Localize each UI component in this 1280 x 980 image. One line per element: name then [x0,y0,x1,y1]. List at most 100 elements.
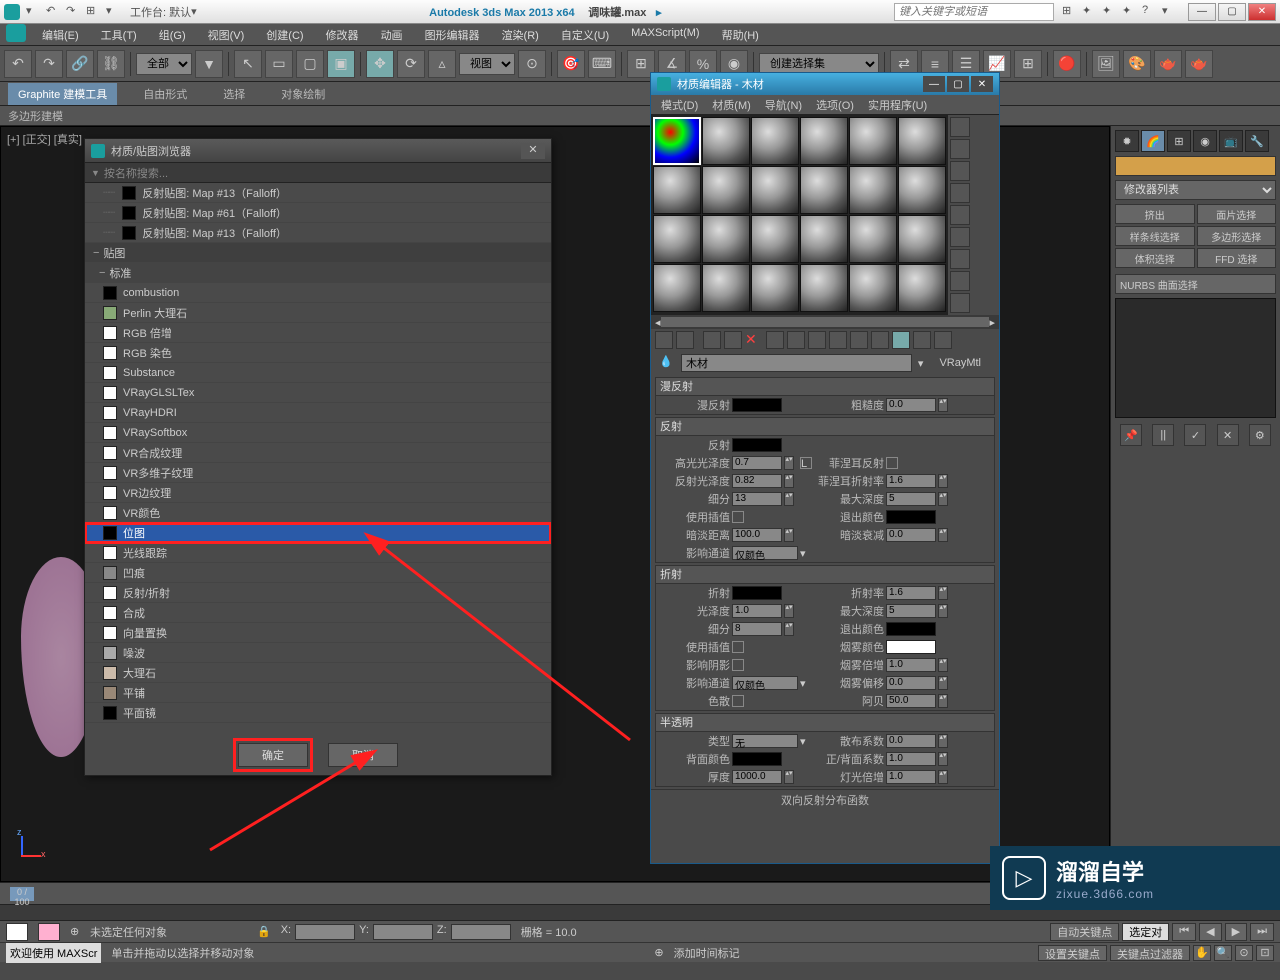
scale-icon[interactable]: ▵ [428,50,456,78]
tab-display-icon[interactable]: 📺 [1219,130,1243,152]
browser-titlebar[interactable]: 材质/贴图浏览器 ✕ [85,139,551,163]
tab-hierarchy-icon[interactable]: ⊞ [1167,130,1191,152]
time-slider[interactable]: 0 / 100 [10,887,34,901]
pivot-icon[interactable]: ⊙ [518,50,546,78]
viewport-label[interactable]: [+] [正交] [真实] [7,131,82,147]
browser-list[interactable]: ┄┄反射贴图: Map #13（Falloff） ┄┄反射贴图: Map #61… [85,183,551,735]
tab-freeform[interactable]: 自由形式 [133,83,197,105]
command-panel[interactable]: ✹ 🌈 ⊞ ◉ 📺 🔧 修改器列表 挤出 面片选择 样条线选择 多边形选择 体积… [1110,126,1280,882]
filter-icon[interactable]: ▼ [195,50,223,78]
schematic-icon[interactable]: ⊞ [1014,50,1042,78]
browser-search[interactable]: 按名称搜索... [85,163,551,183]
select-name-icon[interactable]: ▭ [265,50,293,78]
material-editor-icon[interactable]: 🔴 [1053,50,1081,78]
tab-graphite[interactable]: Graphite 建模工具 [8,83,117,105]
menu-modifiers[interactable]: 修改器 [316,24,369,45]
tab-create-icon[interactable]: ✹ [1115,130,1139,152]
coord-inputs[interactable]: X: Y: Z: [281,924,511,940]
min-button[interactable]: — [923,76,945,92]
render-icon[interactable]: 🫖 [1154,50,1182,78]
btn-patch-select[interactable]: 面片选择 [1197,204,1277,224]
btn-ffd-select[interactable]: FFD 选择 [1197,248,1277,268]
matedit-toolbar[interactable]: ✕ [651,329,999,351]
btn-vol-select[interactable]: 体积选择 [1115,248,1195,268]
cancel-button[interactable]: 取消 [328,743,398,767]
nav-pan-icon[interactable]: ✋ [1193,945,1211,961]
undo-icon[interactable]: ↶ [4,50,32,78]
scope-select[interactable]: 全部 [136,53,192,75]
btn-spline-select[interactable]: 样条线选择 [1115,226,1195,246]
play-prev-icon[interactable]: ⏮ [1172,923,1196,941]
roughness-spinner[interactable]: 0.0 [886,398,936,412]
unlink-icon[interactable]: ⛓ [97,50,125,78]
btn-poly-select[interactable]: 多边形选择 [1197,226,1277,246]
slot-side-icons[interactable] [948,115,972,315]
render-frame-icon[interactable]: 🎨 [1123,50,1151,78]
workspace-selector[interactable]: 工作台: 默认 [130,4,191,20]
sample-slot[interactable] [653,117,701,165]
browser-close-button[interactable]: ✕ [521,143,545,159]
matedit-menu[interactable]: 模式(D) 材质(M) 导航(N) 选项(O) 实用程序(U) [651,95,999,115]
menu-help[interactable]: 帮助(H) [712,24,769,45]
menu-tools[interactable]: 工具(T) [91,24,147,45]
selset-button[interactable]: 选定对 [1122,923,1169,941]
material-name-row[interactable]: 💧 ▾ VRayMtl [651,351,999,375]
btn-nurbs[interactable]: NURBS 曲面选择 [1115,274,1276,294]
link-icon[interactable]: 🔗 [66,50,94,78]
keymode-icon[interactable]: ⌨ [588,50,616,78]
menu-rendering[interactable]: 渲染(R) [492,24,549,45]
menu-customize[interactable]: 自定义(U) [551,24,619,45]
object-name-field[interactable] [1115,156,1276,176]
sample-slot[interactable] [702,117,750,165]
nav-orbit-icon[interactable]: ⊙ [1235,945,1253,961]
app-menu-icon[interactable] [6,24,26,42]
addtime-label[interactable]: 添加时间标记 [674,945,740,961]
manip-icon[interactable]: 🎯 [557,50,585,78]
play-icon[interactable]: ▶ [1225,923,1247,941]
ok-button[interactable]: 确定 [238,743,308,767]
help-icons[interactable]: ⊞✦✦✦?▾ [1062,4,1178,20]
menu-create[interactable]: 创建(C) [256,24,313,45]
select-icon[interactable]: ↖ [234,50,262,78]
refcoord-select[interactable]: 视图 [459,53,515,75]
tab-motion-icon[interactable]: ◉ [1193,130,1217,152]
tab-utility-icon[interactable]: 🔧 [1245,130,1269,152]
modifier-list[interactable]: 修改器列表 [1115,180,1276,200]
rollout-brdf-head[interactable]: 双向反射分布函数 [651,789,999,810]
setkey-button[interactable]: 设置关键点 [1038,945,1107,961]
menu-edit[interactable]: 编辑(E) [32,24,89,45]
nav-max-icon[interactable]: ⊡ [1256,945,1274,961]
render-setup-icon[interactable]: 🖼 [1092,50,1120,78]
menu-grapheditors[interactable]: 图形编辑器 [415,24,490,45]
matedit-titlebar[interactable]: 材质编辑器 - 木材 — ▢ ✕ [651,73,999,95]
menu-bar[interactable]: 编辑(E) 工具(T) 组(G) 视图(V) 创建(C) 修改器 动画 图形编辑… [0,24,1280,46]
material-name-input[interactable] [681,354,912,372]
keyfilter-button[interactable]: 关键点过滤器 [1110,945,1190,961]
move-icon[interactable]: ✥ [366,50,394,78]
max-button[interactable]: ▢ [947,76,969,92]
slot-scrollbar[interactable]: ◂▸ [651,315,999,329]
sample-slots-area[interactable] [651,115,999,315]
rotate-icon[interactable]: ⟳ [397,50,425,78]
render-prod-icon[interactable]: 🫖 [1185,50,1213,78]
menu-group[interactable]: 组(G) [149,24,196,45]
color-swatch[interactable] [38,923,60,941]
play-back-icon[interactable]: ◀ [1199,923,1221,941]
nav-zoom-icon[interactable]: 🔍 [1214,945,1232,961]
search-input[interactable] [894,3,1054,21]
color-picker-icon[interactable] [6,923,28,941]
material-type[interactable]: VRayMtl [929,357,991,369]
select-window-icon[interactable]: ▣ [327,50,355,78]
close-button[interactable]: ✕ [971,76,993,92]
btn-extrude[interactable]: 挤出 [1115,204,1195,224]
menu-maxscript[interactable]: MAXScript(M) [621,24,709,45]
tab-modify-icon[interactable]: 🌈 [1141,130,1165,152]
stack-controls[interactable]: 📌||✓✕⚙ [1115,424,1276,446]
redo-icon[interactable]: ↷ [35,50,63,78]
tab-selection[interactable]: 选择 [213,83,255,105]
tab-paint[interactable]: 对象绘制 [271,83,335,105]
diffuse-swatch[interactable] [732,398,782,412]
graphite-ribbon[interactable]: Graphite 建模工具 自由形式 选择 对象绘制 [0,82,1280,106]
autokey-button[interactable]: 自动关键点 [1050,923,1119,941]
window-controls[interactable]: — ▢ ✕ [1188,3,1276,21]
